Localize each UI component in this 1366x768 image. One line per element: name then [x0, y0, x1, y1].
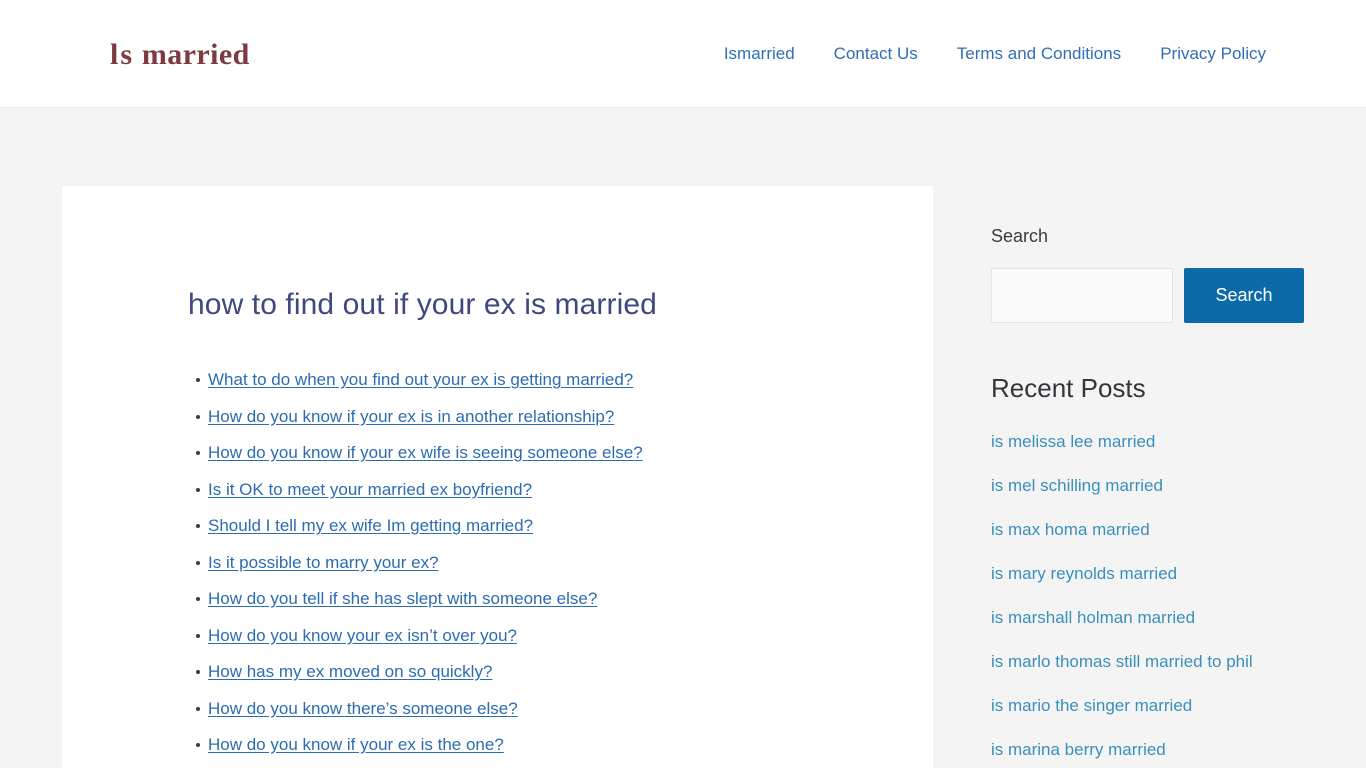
recent-posts-list: is melissa lee married is mel schilling … [991, 429, 1281, 762]
page-body: how to find out if your ex is married Wh… [0, 108, 1366, 768]
toc-link[interactable]: What to do when you find out your ex is … [208, 370, 633, 389]
list-item: Is it possible to marry your ex? [196, 551, 873, 574]
recent-post-link[interactable]: is mario the singer married [991, 696, 1192, 715]
recent-post-link[interactable]: is marshall holman married [991, 608, 1195, 627]
site-logo[interactable]: ls married [110, 36, 250, 74]
recent-posts-widget: Recent Posts is melissa lee married is m… [991, 371, 1304, 762]
search-form: Search [991, 268, 1304, 323]
site-logo-prefix: ls [110, 38, 135, 71]
list-item: How has my ex moved on so quickly? [196, 660, 873, 683]
search-button[interactable]: Search [1184, 268, 1304, 323]
toc-link[interactable]: How do you know your ex isn’t over you? [208, 626, 517, 645]
nav-item-contact-us[interactable]: Contact Us [834, 42, 918, 66]
toc-link[interactable]: How has my ex moved on so quickly? [208, 662, 492, 681]
nav-item-terms-and-conditions[interactable]: Terms and Conditions [957, 42, 1121, 66]
list-item: How do you know if your ex is in another… [196, 405, 873, 428]
list-item: Is it OK to meet your married ex boyfrie… [196, 478, 873, 501]
toc-link[interactable]: Is it OK to meet your married ex boyfrie… [208, 480, 532, 499]
list-item: How do you know if your ex wife is seein… [196, 441, 873, 464]
search-label: Search [991, 226, 1049, 246]
toc-link[interactable]: How do you know if your ex wife is seein… [208, 443, 643, 462]
nav-item-privacy-policy[interactable]: Privacy Policy [1160, 42, 1266, 66]
list-item: is marshall holman married [991, 605, 1281, 630]
search-widget: Search Search [991, 224, 1304, 323]
toc-link[interactable]: How do you know if your ex is the one? [208, 735, 504, 754]
recent-post-link[interactable]: is marina berry married [991, 740, 1166, 759]
list-item: is marina berry married [991, 737, 1281, 762]
list-item: is mel schilling married [991, 473, 1281, 498]
toc-link[interactable]: How do you tell if she has slept with so… [208, 589, 597, 608]
nav-item-ismarried[interactable]: Ismarried [724, 42, 795, 66]
list-item: How do you know your ex isn’t over you? [196, 624, 873, 647]
list-item: is marlo thomas still married to phil [991, 649, 1281, 674]
list-item: How do you know there’s someone else? [196, 697, 873, 720]
primary-navigation: Ismarried Contact Us Terms and Condition… [724, 42, 1266, 66]
article-card: how to find out if your ex is married Wh… [62, 186, 933, 768]
list-item: is mary reynolds married [991, 561, 1281, 586]
page-title: how to find out if your ex is married [188, 288, 657, 321]
recent-post-link[interactable]: is mary reynolds married [991, 564, 1177, 583]
toc-link[interactable]: How do you know if your ex is in another… [208, 407, 614, 426]
list-item: What to do when you find out your ex is … [196, 368, 873, 391]
sidebar: Search Search Recent Posts is melissa le… [991, 186, 1304, 768]
recent-posts-title: Recent Posts [991, 373, 1146, 403]
recent-post-link[interactable]: is melissa lee married [991, 432, 1155, 451]
site-header: ls married Ismarried Contact Us Terms an… [0, 0, 1366, 108]
recent-post-link[interactable]: is max homa married [991, 520, 1150, 539]
toc-link[interactable]: How do you know there’s someone else? [208, 699, 518, 718]
article-content: how to find out if your ex is married Wh… [62, 186, 933, 768]
list-item: is melissa lee married [991, 429, 1281, 454]
list-item: Should I tell my ex wife Im getting marr… [196, 514, 873, 537]
list-item: How do you know if your ex is the one? [196, 733, 873, 756]
list-item: is mario the singer married [991, 693, 1281, 718]
list-item: How do you tell if she has slept with so… [196, 587, 873, 610]
list-item: is max homa married [991, 517, 1281, 542]
recent-post-link[interactable]: is marlo thomas still married to phil [991, 652, 1253, 671]
toc-link[interactable]: Is it possible to marry your ex? [208, 553, 439, 572]
search-input[interactable] [991, 268, 1173, 323]
site-logo-suffix: married [141, 38, 250, 71]
toc-link[interactable]: Should I tell my ex wife Im getting marr… [208, 516, 533, 535]
recent-post-link[interactable]: is mel schilling married [991, 476, 1163, 495]
table-of-contents: What to do when you find out your ex is … [188, 368, 873, 768]
